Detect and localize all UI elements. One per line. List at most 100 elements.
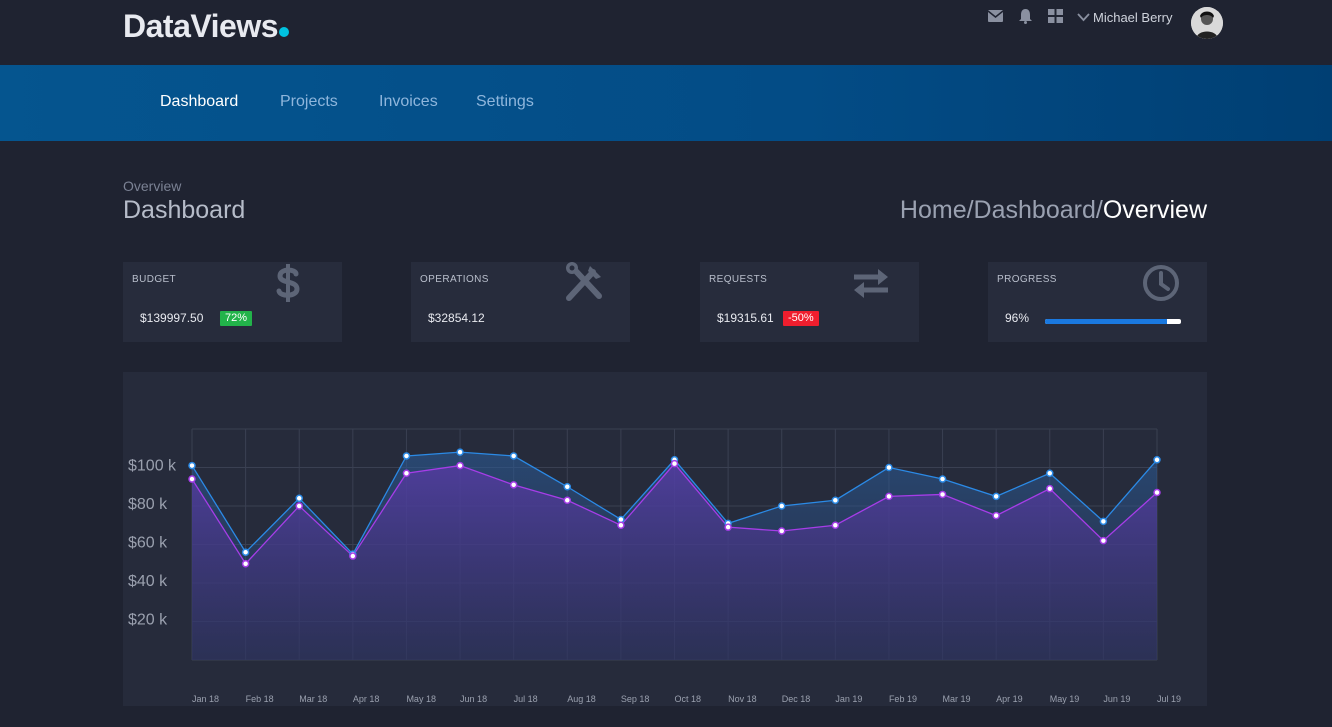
data-point <box>295 494 303 503</box>
data-point <box>241 560 250 568</box>
data-point <box>831 496 840 504</box>
data-point <box>188 461 196 470</box>
transfer-arrows-icon <box>854 269 888 298</box>
x-tick-label: Jan 18 <box>192 694 219 704</box>
x-tick-label: Jul 18 <box>514 694 538 704</box>
y-tick-label: $40 k <box>128 573 168 590</box>
card-label: BUDGET <box>132 274 177 285</box>
data-point <box>188 475 196 483</box>
operations-card: OPERATIONS $32854.12 <box>411 262 630 342</box>
x-tick-label: May 19 <box>1050 694 1080 704</box>
card-label: PROGRESS <box>997 274 1057 285</box>
data-point <box>992 511 1000 520</box>
x-tick-label: Oct 18 <box>675 694 702 704</box>
data-point <box>777 527 786 535</box>
breadcrumb-home[interactable]: Home <box>900 196 967 225</box>
data-point <box>724 523 732 531</box>
x-tick-label: Mar 19 <box>943 694 971 704</box>
breadcrumb-separator: / <box>1095 196 1103 224</box>
x-tick-label: May 18 <box>406 694 436 704</box>
progress-fill <box>1045 319 1168 324</box>
data-point <box>1099 517 1108 526</box>
breadcrumb-dashboard[interactable]: Dashboard <box>974 196 1096 225</box>
logo-text: DataViews <box>123 8 279 44</box>
x-tick-label: Apr 18 <box>353 694 380 704</box>
data-point <box>617 521 625 529</box>
x-tick-label: Sep 18 <box>621 694 650 704</box>
data-point <box>456 448 464 456</box>
revenue-chart: $20 k $40 k $60 k $80 k $100 k Jan 18 Feb 18 Ma… <box>128 428 1181 704</box>
progress-card: PROGRESS 96% <box>988 262 1207 342</box>
card-label: OPERATIONS <box>420 274 489 285</box>
x-tick-label: Feb 18 <box>246 694 274 704</box>
y-tick-label: $80 k <box>128 496 168 513</box>
data-point <box>509 481 518 489</box>
card-value: $19315.61 <box>717 311 774 325</box>
breadcrumb: Home / Dashboard / Overview <box>900 196 1207 225</box>
page-title: Dashboard <box>123 196 246 224</box>
x-tick-label: Nov 18 <box>728 694 757 704</box>
data-point <box>831 521 840 529</box>
data-point <box>1153 456 1161 464</box>
data-point <box>885 463 893 472</box>
logo[interactable]: DataViews <box>123 8 289 45</box>
x-tick-label: Dec 18 <box>782 694 811 704</box>
status-badge: 72% <box>220 311 253 326</box>
avatar[interactable] <box>1191 7 1223 39</box>
page-overline: Overview <box>123 178 182 194</box>
requests-card: REQUESTS $19315.61 -50% <box>700 262 919 342</box>
data-point <box>402 469 411 478</box>
bell-icon[interactable] <box>1017 8 1033 24</box>
x-tick-label: Jun 19 <box>1103 694 1130 704</box>
envelope-icon[interactable] <box>987 8 1003 24</box>
data-point <box>1046 484 1054 493</box>
nav-projects[interactable]: Projects <box>280 93 338 111</box>
card-label: REQUESTS <box>709 274 768 285</box>
chevron-down-icon <box>1077 13 1090 22</box>
y-tick-label: $20 k <box>128 612 168 629</box>
data-point <box>885 492 893 501</box>
data-point <box>938 475 947 483</box>
data-point <box>349 552 357 560</box>
user-menu[interactable]: Michael Berry <box>1077 10 1172 25</box>
y-tick-label: $60 k <box>128 535 168 552</box>
clock-icon <box>1143 265 1179 301</box>
x-tick-label: Feb 19 <box>889 694 917 704</box>
y-tick-label: $100 k <box>128 458 177 475</box>
data-point <box>402 452 411 460</box>
nav-settings[interactable]: Settings <box>476 93 534 111</box>
card-value: 96% <box>1005 311 1030 325</box>
x-tick-label: Jul 19 <box>1157 694 1181 704</box>
revenue-chart-panel: $20 k $40 k $60 k $80 k $100 k Jan 18 Feb 18 Ma… <box>123 372 1207 706</box>
header-icons <box>987 8 1063 24</box>
status-badge: -50% <box>783 311 819 326</box>
data-point <box>456 461 464 470</box>
username: Michael Berry <box>1093 10 1173 25</box>
logo-dot <box>279 27 289 37</box>
data-point <box>295 502 303 510</box>
data-point <box>563 496 572 504</box>
tools-icon <box>566 262 602 301</box>
progress-bar <box>1045 319 1181 324</box>
nav-invoices[interactable]: Invoices <box>379 93 438 111</box>
data-point <box>992 492 1000 501</box>
data-point <box>777 502 786 510</box>
data-point <box>509 452 518 460</box>
nav-dashboard[interactable]: Dashboard <box>160 93 238 111</box>
data-point <box>670 459 679 468</box>
x-tick-label: Jun 18 <box>460 694 487 704</box>
x-tick-label: Aug 18 <box>567 694 596 704</box>
top-bar: DataViews Michael Berry <box>0 0 1332 65</box>
grid-icon[interactable] <box>1047 8 1063 24</box>
x-tick-label: Jan 19 <box>835 694 862 704</box>
breadcrumb-current: Overview <box>1102 196 1207 224</box>
x-tick-label: Mar 18 <box>299 694 327 704</box>
breadcrumb-separator: / <box>966 196 974 224</box>
budget-card: BUDGET $139997.50 72% <box>123 262 342 342</box>
x-tick-label: Apr 19 <box>996 694 1023 704</box>
card-value: $32854.12 <box>428 311 485 325</box>
data-point <box>938 490 947 499</box>
data-point <box>1099 536 1108 545</box>
data-point <box>1153 488 1161 497</box>
main-nav: Dashboard Projects Invoices Settings <box>0 65 1332 141</box>
